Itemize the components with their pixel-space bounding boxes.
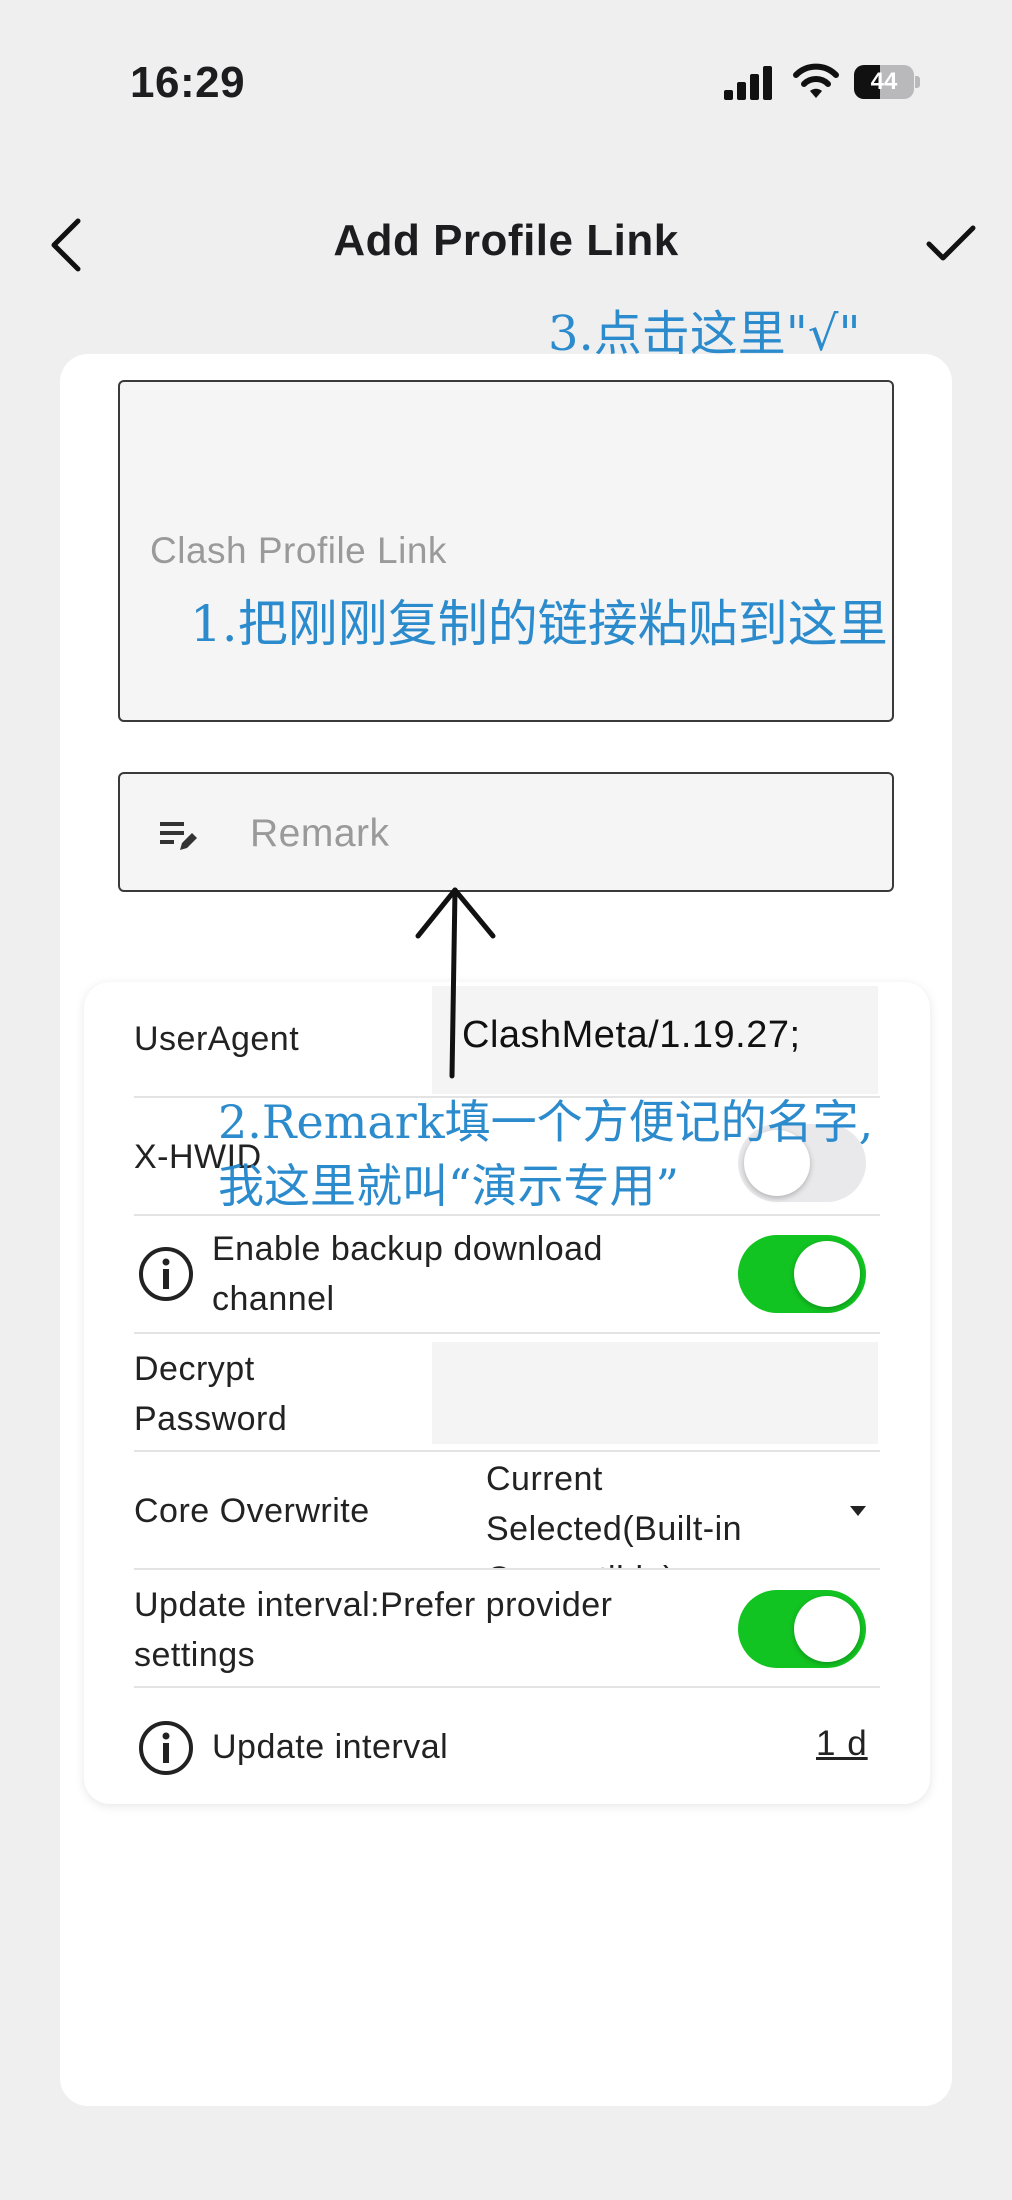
- backup-channel-label-line1: Enable backup download: [212, 1230, 603, 1268]
- edit-notes-icon: [160, 818, 198, 852]
- decrypt-password-label-line2: Password: [134, 1400, 288, 1438]
- core-overwrite-value-line2: Selected(Built-in: [486, 1510, 743, 1548]
- prefer-provider-toggle[interactable]: [738, 1590, 866, 1668]
- profile-link-placeholder: Clash Profile Link: [150, 530, 447, 571]
- update-interval-label: Update interval: [212, 1728, 449, 1766]
- wifi-icon: [792, 62, 840, 100]
- annotation-remark-hint-line1: 2.Remark填一个方便记的名字,: [218, 1095, 874, 1149]
- annotation-arrow: [400, 880, 500, 1080]
- confirm-button[interactable]: [916, 212, 986, 276]
- prefer-provider-label-line2: settings: [134, 1636, 256, 1674]
- divider: [134, 1450, 880, 1452]
- decrypt-password-label-line1: Decrypt: [134, 1350, 255, 1388]
- remark-placeholder: Remark: [250, 812, 390, 855]
- divider: [134, 1332, 880, 1334]
- core-overwrite-label: Core Overwrite: [134, 1492, 370, 1530]
- remark-input[interactable]: [118, 772, 894, 892]
- user-agent-label: UserAgent: [134, 1020, 300, 1058]
- annotation-link-hint: 1.把刚刚复制的链接粘贴到这里: [190, 595, 888, 653]
- annotation-remark-hint: 2.Remark填一个方便记的名字, 我这里就叫“演示专用”: [218, 1090, 873, 1218]
- divider: [134, 1686, 880, 1688]
- info-icon[interactable]: [138, 1720, 194, 1776]
- annotation-remark-hint-line2: 我这里就叫“演示专用”: [218, 1159, 680, 1213]
- core-overwrite-value-line3: Compatible): [486, 1554, 816, 1568]
- status-time: 16:29: [130, 58, 246, 107]
- user-agent-value: ClashMeta/1.19.27;: [462, 1014, 801, 1056]
- page-title: Add Profile Link: [333, 216, 679, 265]
- update-interval-value[interactable]: 1 d: [816, 1724, 868, 1764]
- battery-level: 44: [870, 68, 898, 95]
- battery-icon: 44: [854, 65, 920, 99]
- info-icon[interactable]: [138, 1246, 194, 1302]
- core-overwrite-select[interactable]: Current Selected(Built-in Compatible): [486, 1454, 816, 1568]
- divider: [134, 1568, 880, 1570]
- backup-channel-toggle[interactable]: [738, 1235, 866, 1313]
- cellular-signal-icon: [724, 66, 774, 100]
- dropdown-arrow-icon[interactable]: [848, 1504, 868, 1516]
- checkmark-icon: [926, 225, 976, 261]
- prefer-provider-label-line1: Update interval:Prefer provider: [134, 1586, 613, 1624]
- backup-channel-label-line2: channel: [212, 1280, 335, 1318]
- decrypt-password-input[interactable]: [432, 1342, 878, 1444]
- core-overwrite-value-line1: Current: [486, 1460, 603, 1498]
